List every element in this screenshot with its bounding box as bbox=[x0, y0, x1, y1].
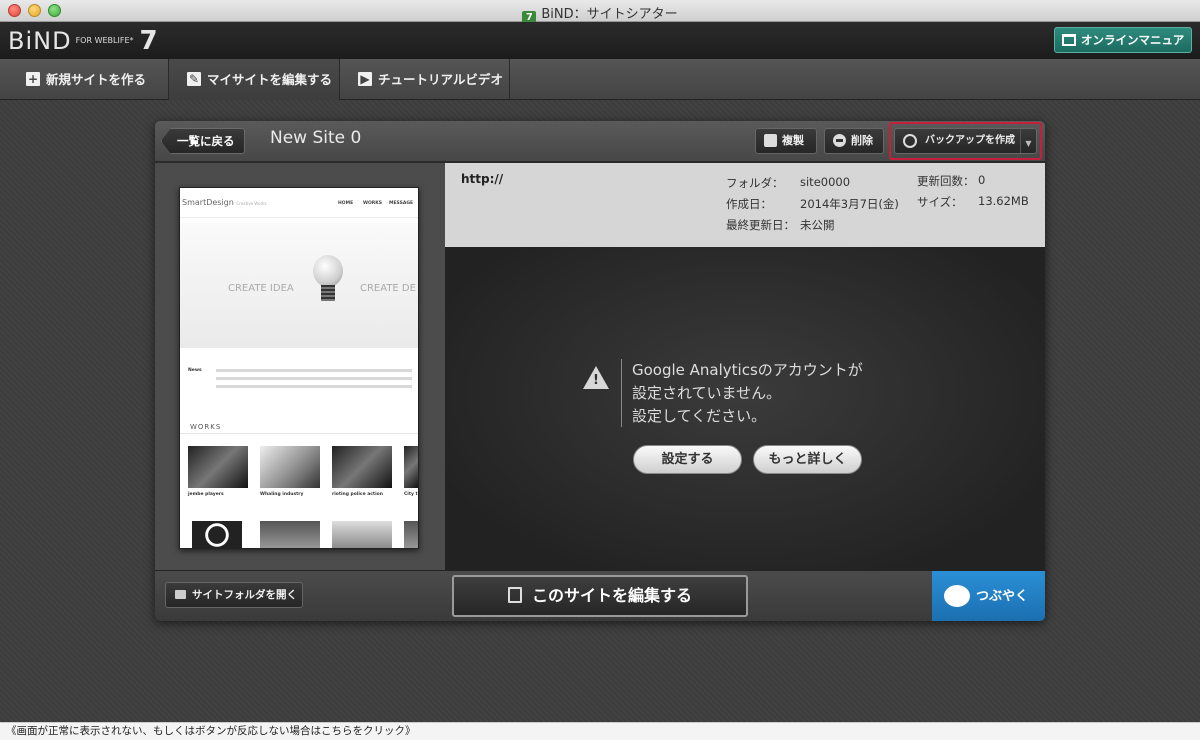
folder-icon bbox=[175, 590, 186, 599]
thumb-nav-home: HOME bbox=[338, 201, 354, 206]
logo-main: BiND bbox=[8, 27, 72, 55]
thumb-caption: jembe players bbox=[188, 492, 224, 497]
play-icon: ▶ bbox=[358, 72, 372, 86]
nav-edit-mysite-label: マイサイトを編集する bbox=[207, 72, 333, 87]
warning-mark: ! bbox=[593, 373, 599, 388]
app-header: BiNDFOR WEBLIFE* 7 オンラインマニュアル bbox=[0, 22, 1200, 71]
duplicate-label: 複製 bbox=[782, 134, 804, 147]
status-bar-link[interactable]: 《画面が正常に表示されない、もしくはボタンが反応しない場合はこちらをクリック》 bbox=[6, 725, 416, 737]
logo-version: 7 bbox=[139, 26, 158, 56]
status-bar[interactable]: 《画面が正常に表示されない、もしくはボタンが反応しない場合はこちらをクリック》 bbox=[0, 722, 1200, 740]
last-updated-label: 最終更新日： bbox=[726, 218, 795, 232]
thumb-news-line bbox=[216, 369, 412, 372]
thumb-photo bbox=[260, 446, 320, 488]
minus-icon bbox=[833, 134, 846, 147]
analytics-learn-more-button[interactable]: もっと詳しく bbox=[753, 445, 862, 474]
speech-bubble-icon bbox=[944, 585, 970, 607]
site-toolbar: 一覧に戻る New Site 0 複製 削除 バックアップを作成 ▼ bbox=[155, 121, 1045, 162]
analytics-panel: ! Google Analyticsのアカウントが 設定されていません。 設定し… bbox=[445, 247, 1045, 570]
book-icon bbox=[1062, 34, 1076, 46]
nav-new-site-label: 新規サイトを作る bbox=[46, 72, 147, 87]
window-title-text: BiND：サイトシアター bbox=[541, 7, 678, 22]
update-count-label: 更新回数： bbox=[917, 174, 975, 188]
folder-label: フォルダ： bbox=[726, 176, 784, 190]
chevron-down-icon[interactable]: ▼ bbox=[1020, 129, 1036, 153]
plus-icon: + bbox=[26, 72, 40, 86]
back-to-list-label: 一覧に戻る bbox=[177, 134, 235, 148]
tweet-label: つぶやく bbox=[976, 589, 1029, 604]
backup-highlight: バックアップを作成 ▼ bbox=[889, 122, 1042, 160]
analytics-message-line3: 設定してください。 bbox=[632, 407, 767, 425]
open-site-folder-label: サイトフォルダを開く bbox=[192, 589, 297, 601]
analytics-setup-button[interactable]: 設定する bbox=[633, 445, 742, 474]
last-updated-value: 未公開 bbox=[800, 218, 835, 232]
thumb-news-line bbox=[216, 377, 412, 380]
thumb-hero-left: CREATE IDEA bbox=[228, 283, 294, 294]
thumb-caption: City t bbox=[404, 492, 418, 497]
thumb-photo bbox=[404, 521, 418, 548]
size-label: サイズ： bbox=[917, 195, 963, 209]
thumb-logo: SmartDesign Creative Works bbox=[182, 198, 267, 207]
analytics-message-line1: Google Analyticsのアカウントが bbox=[632, 361, 863, 379]
lightbulb-base bbox=[321, 285, 335, 301]
nav-tutorial-video-label: チュートリアルビデオ bbox=[378, 72, 503, 87]
nav-edit-mysite[interactable]: ✎ マイサイトを編集する bbox=[168, 59, 340, 100]
thumb-photo bbox=[188, 446, 248, 488]
thumb-divider bbox=[180, 433, 418, 434]
update-count-value: 0 bbox=[978, 173, 986, 187]
thumb-news-title: News bbox=[188, 368, 202, 373]
created-label: 作成日： bbox=[726, 197, 772, 211]
lightbulb-image bbox=[313, 255, 343, 287]
site-detail-panel: 一覧に戻る New Site 0 複製 削除 バックアップを作成 ▼ Smart… bbox=[155, 121, 1045, 621]
thumb-photo bbox=[332, 446, 392, 488]
edit-this-site-label: このサイトを編集する bbox=[531, 586, 692, 605]
analytics-divider bbox=[621, 359, 622, 427]
open-site-folder-button[interactable]: サイトフォルダを開く bbox=[165, 582, 303, 608]
site-thumbnail: SmartDesign Creative Works HOME WORKS ME… bbox=[179, 187, 419, 549]
thumbnail-area: SmartDesign Creative Works HOME WORKS ME… bbox=[155, 163, 445, 570]
copy-icon bbox=[764, 134, 777, 147]
analytics-message-line2: 設定されていません。 bbox=[632, 384, 782, 402]
create-backup-label: バックアップを作成 bbox=[925, 135, 1015, 146]
thumb-caption: rioting police action bbox=[332, 492, 383, 497]
back-to-list-button[interactable]: 一覧に戻る bbox=[161, 128, 245, 154]
thumb-photo bbox=[192, 521, 242, 548]
bind-logo: BiND FOR WEBLIFE* 7 bbox=[8, 26, 158, 56]
created-value: 2014年3月7日(金) bbox=[800, 197, 899, 211]
thumb-photo bbox=[404, 446, 418, 488]
duplicate-button[interactable]: 複製 bbox=[755, 128, 817, 154]
site-action-bar: サイトフォルダを開く このサイトを編集する つぶやく bbox=[155, 570, 1045, 621]
size-value: 13.62MB bbox=[978, 194, 1029, 208]
thumb-nav-works: WORKS bbox=[363, 201, 382, 206]
thumb-hero: CREATE IDEA CREATE DE bbox=[180, 223, 418, 348]
nav-new-site[interactable]: + 新規サイトを作る bbox=[8, 59, 168, 100]
folder-value: site0000 bbox=[800, 175, 851, 189]
site-title: New Site 0 bbox=[270, 128, 362, 148]
thumb-caption: Whaling industry bbox=[260, 492, 304, 497]
nav-tutorial-video[interactable]: ▶ チュートリアルビデオ bbox=[340, 59, 510, 100]
history-icon bbox=[903, 134, 917, 148]
pencil-icon: ✎ bbox=[187, 72, 201, 86]
thumb-photo bbox=[332, 521, 392, 548]
thumb-logo-text: SmartDesign bbox=[182, 198, 234, 207]
delete-label: 削除 bbox=[851, 134, 873, 147]
edit-this-site-button[interactable]: このサイトを編集する bbox=[452, 575, 748, 617]
thumb-logo-sub: Creative Works bbox=[236, 201, 267, 206]
thumb-works-title: WORKS bbox=[190, 423, 222, 431]
online-manual-button[interactable]: オンラインマニュアル bbox=[1054, 27, 1192, 71]
main-nav: + 新規サイトを作る ✎ マイサイトを編集する ▶ チュートリアルビデオ bbox=[0, 59, 1200, 100]
thumb-photo bbox=[260, 521, 320, 548]
tweet-button[interactable]: つぶやく bbox=[932, 571, 1045, 621]
logo-sub: FOR WEBLIFE* bbox=[75, 36, 134, 45]
edit-icon bbox=[507, 587, 522, 603]
thumb-hero-right: CREATE DE bbox=[360, 283, 416, 294]
thumb-nav-message: MESSAGE bbox=[389, 201, 414, 206]
site-info: http:// フォルダ： site0000 作成日： 2014年3月7日(金)… bbox=[445, 163, 1045, 247]
delete-button[interactable]: 削除 bbox=[824, 128, 884, 154]
thumb-news-line bbox=[216, 385, 412, 388]
create-backup-button[interactable]: バックアップを作成 ▼ bbox=[894, 128, 1037, 154]
site-url[interactable]: http:// bbox=[461, 172, 503, 186]
window-titlebar: 7 BiND：サイトシアター bbox=[0, 0, 1200, 25]
thumb-header: SmartDesign Creative Works HOME WORKS ME… bbox=[180, 188, 418, 218]
